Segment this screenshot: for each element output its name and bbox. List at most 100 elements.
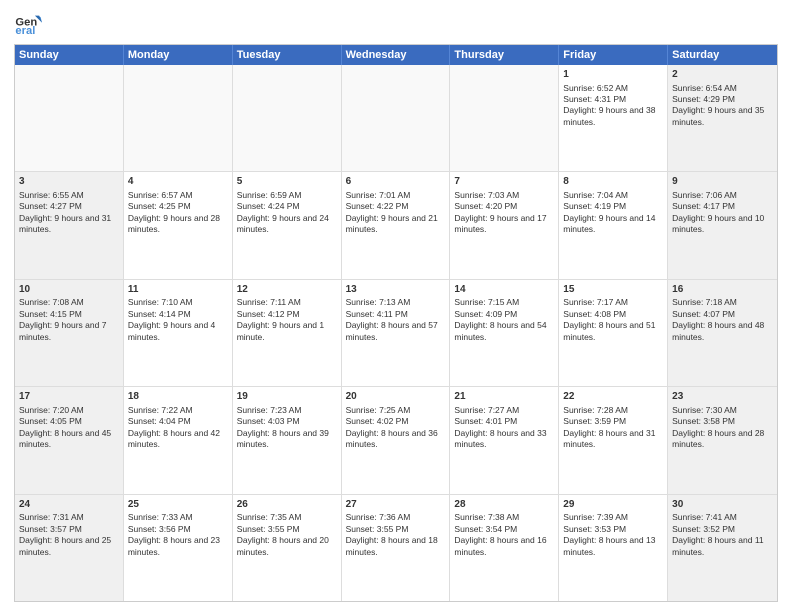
day-number: 11 [128,283,228,297]
calendar-header: SundayMondayTuesdayWednesdayThursdayFrid… [15,45,777,65]
sunset-text: Sunset: 4:14 PM [128,309,191,319]
sunset-text: Sunset: 3:59 PM [563,416,626,426]
sunset-text: Sunset: 4:19 PM [563,201,626,211]
calendar-cell: 18Sunrise: 7:22 AMSunset: 4:04 PMDayligh… [124,387,233,493]
sunrise-text: Sunrise: 7:41 AM [672,512,737,522]
day-number: 26 [237,498,337,512]
sunset-text: Sunset: 3:54 PM [454,524,517,534]
daylight-text: Daylight: 8 hours and 57 minutes. [346,320,438,341]
day-number: 17 [19,390,119,404]
day-number: 27 [346,498,446,512]
sunset-text: Sunset: 4:07 PM [672,309,735,319]
sunset-text: Sunset: 4:20 PM [454,201,517,211]
daylight-text: Daylight: 8 hours and 28 minutes. [672,428,764,449]
daylight-text: Daylight: 8 hours and 25 minutes. [19,535,111,556]
calendar-cell: 28Sunrise: 7:38 AMSunset: 3:54 PMDayligh… [450,495,559,601]
daylight-text: Daylight: 9 hours and 17 minutes. [454,213,546,234]
daylight-text: Daylight: 9 hours and 1 minute. [237,320,324,341]
sunset-text: Sunset: 3:55 PM [237,524,300,534]
daylight-text: Daylight: 9 hours and 4 minutes. [128,320,215,341]
sunrise-text: Sunrise: 7:10 AM [128,297,193,307]
daylight-text: Daylight: 8 hours and 51 minutes. [563,320,655,341]
calendar-cell: 27Sunrise: 7:36 AMSunset: 3:55 PMDayligh… [342,495,451,601]
sunrise-text: Sunrise: 7:38 AM [454,512,519,522]
calendar-body: 1Sunrise: 6:52 AMSunset: 4:31 PMDaylight… [15,65,777,601]
day-number: 13 [346,283,446,297]
daylight-text: Daylight: 9 hours and 24 minutes. [237,213,329,234]
daylight-text: Daylight: 9 hours and 14 minutes. [563,213,655,234]
sunrise-text: Sunrise: 7:39 AM [563,512,628,522]
daylight-text: Daylight: 8 hours and 16 minutes. [454,535,546,556]
sunrise-text: Sunrise: 7:25 AM [346,405,411,415]
sunset-text: Sunset: 3:52 PM [672,524,735,534]
sunset-text: Sunset: 4:22 PM [346,201,409,211]
sunrise-text: Sunrise: 6:55 AM [19,190,84,200]
calendar-cell: 30Sunrise: 7:41 AMSunset: 3:52 PMDayligh… [668,495,777,601]
calendar-cell: 22Sunrise: 7:28 AMSunset: 3:59 PMDayligh… [559,387,668,493]
calendar-cell [342,65,451,171]
calendar-cell: 4Sunrise: 6:57 AMSunset: 4:25 PMDaylight… [124,172,233,278]
calendar-cell: 6Sunrise: 7:01 AMSunset: 4:22 PMDaylight… [342,172,451,278]
sunset-text: Sunset: 4:09 PM [454,309,517,319]
calendar-cell: 11Sunrise: 7:10 AM Sunset: 4:14 PMDayligh… [124,280,233,386]
logo-icon: Gen eral [14,10,42,38]
calendar-cell: 23Sunrise: 7:30 AMSunset: 3:58 PMDayligh… [668,387,777,493]
day-number: 7 [454,175,554,189]
day-number: 9 [672,175,773,189]
sunrise-text: Sunrise: 6:59 AM [237,190,302,200]
calendar-cell: 5Sunrise: 6:59 AMSunset: 4:24 PMDaylight… [233,172,342,278]
sunrise-text: Sunrise: 7:33 AM [128,512,193,522]
calendar-cell [15,65,124,171]
calendar-row-2: 10Sunrise: 7:08 AMSunset: 4:15 PMDayligh… [15,279,777,386]
day-number: 3 [19,175,119,189]
calendar-cell: 29Sunrise: 7:39 AMSunset: 3:53 PMDayligh… [559,495,668,601]
day-number: 2 [672,68,773,82]
daylight-text: Daylight: 8 hours and 33 minutes. [454,428,546,449]
calendar-cell: 7Sunrise: 7:03 AMSunset: 4:20 PMDaylight… [450,172,559,278]
sunset-text: Sunset: 3:57 PM [19,524,82,534]
calendar-cell: 8Sunrise: 7:04 AMSunset: 4:19 PMDaylight… [559,172,668,278]
sunrise-text: Sunrise: 7:08 AM [19,297,84,307]
sunrise-text: Sunrise: 7:35 AM [237,512,302,522]
calendar-cell: 12Sunrise: 7:11 AMSunset: 4:12 PMDayligh… [233,280,342,386]
daylight-text: Daylight: 8 hours and 31 minutes. [563,428,655,449]
day-number: 10 [19,283,119,297]
sunrise-text: Sunrise: 7:17 AM [563,297,628,307]
calendar-cell [124,65,233,171]
header-day-thursday: Thursday [450,45,559,65]
day-number: 25 [128,498,228,512]
daylight-text: Daylight: 8 hours and 45 minutes. [19,428,111,449]
sunrise-text: Sunrise: 7:13 AM [346,297,411,307]
sunset-text: Sunset: 4:17 PM [672,201,735,211]
daylight-text: Daylight: 9 hours and 28 minutes. [128,213,220,234]
daylight-text: Daylight: 8 hours and 18 minutes. [346,535,438,556]
sunrise-text: Sunrise: 6:54 AM [672,83,737,93]
day-number: 15 [563,283,663,297]
calendar-cell: 9Sunrise: 7:06 AMSunset: 4:17 PMDaylight… [668,172,777,278]
calendar-cell: 26Sunrise: 7:35 AMSunset: 3:55 PMDayligh… [233,495,342,601]
calendar-row-1: 3Sunrise: 6:55 AMSunset: 4:27 PMDaylight… [15,171,777,278]
daylight-text: Daylight: 8 hours and 36 minutes. [346,428,438,449]
calendar-row-0: 1Sunrise: 6:52 AMSunset: 4:31 PMDaylight… [15,65,777,171]
sunset-text: Sunset: 4:03 PM [237,416,300,426]
sunrise-text: Sunrise: 7:27 AM [454,405,519,415]
day-number: 1 [563,68,663,82]
daylight-text: Daylight: 8 hours and 48 minutes. [672,320,764,341]
sunset-text: Sunset: 4:12 PM [237,309,300,319]
calendar-cell: 21Sunrise: 7:27 AMSunset: 4:01 PMDayligh… [450,387,559,493]
sunset-text: Sunset: 4:24 PM [237,201,300,211]
daylight-text: Daylight: 8 hours and 13 minutes. [563,535,655,556]
sunset-text: Sunset: 3:56 PM [128,524,191,534]
sunrise-text: Sunrise: 7:15 AM [454,297,519,307]
day-number: 4 [128,175,228,189]
header-day-friday: Friday [559,45,668,65]
svg-text:eral: eral [15,25,35,37]
daylight-text: Daylight: 9 hours and 35 minutes. [672,105,764,126]
logo: Gen eral [14,10,46,38]
calendar-cell: 16Sunrise: 7:18 AMSunset: 4:07 PMDayligh… [668,280,777,386]
daylight-text: Daylight: 8 hours and 54 minutes. [454,320,546,341]
sunrise-text: Sunrise: 6:52 AM [563,83,628,93]
day-number: 14 [454,283,554,297]
day-number: 23 [672,390,773,404]
header-day-wednesday: Wednesday [342,45,451,65]
